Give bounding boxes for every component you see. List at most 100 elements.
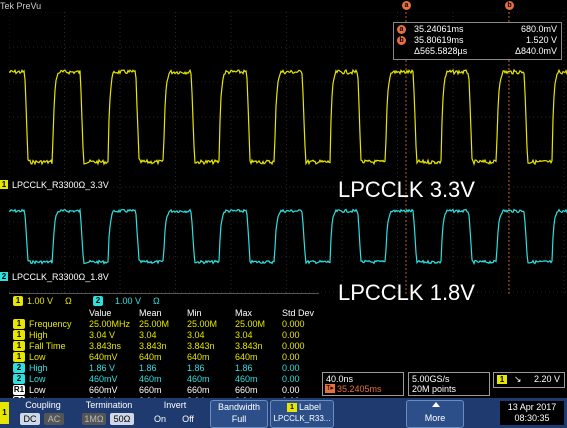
ch2-ohm: Ω [153,296,160,306]
measurement-value: 25.00MHz [89,319,131,329]
trigger-slope-icon: ↘ [514,374,522,384]
horizontal-info[interactable]: 40.0ns T▸ 35.2405ms [322,372,404,396]
cursor-b-value: 1.520 V [525,35,557,45]
measurement-value: 3.843n [139,341,167,351]
more-up-arrow-icon [432,402,440,407]
measurement-value: 1.86 [187,363,205,373]
measurement-value: 640m [139,352,162,362]
measurement-value: 0.00 [282,374,300,384]
measurement-value: 460m [235,374,258,384]
ch2-scale[interactable]: 1.00 V [115,296,141,306]
measurement-channel-icon: 2 [13,374,25,384]
cursor-a-time: 35.24061ms [414,24,464,34]
termination-menu[interactable]: Termination 1MΩ 50Ω [78,398,140,428]
bandwidth-value: Full [231,414,247,424]
measurement-name: Frequency [29,319,72,329]
coupling-dc-button[interactable]: DC [20,413,40,425]
cursor-b-marker[interactable]: b [505,1,514,10]
bandwidth-title: Bandwidth [217,402,261,412]
date-time: 13 Apr 2017 08:30:35 [500,401,564,425]
measurement-channel-icon: R1 [13,385,25,395]
cursor-a-marker[interactable]: a [402,1,411,10]
measurement-name: High [29,330,48,340]
ch1-scale[interactable]: 1.00 V [27,296,53,306]
bottom-menu: 1 Coupling DC AC Termination 1MΩ 50Ω Inv… [0,398,567,428]
coupling-menu[interactable]: Coupling DC AC [12,398,74,428]
top-status-bar: Tek PreVu a b [0,0,567,12]
bandwidth-menu[interactable]: Bandwidth Full [210,400,268,428]
channel-2-big-label: LPCCLK 1.8V [338,280,475,305]
horizontal-scale: 40.0ns [326,374,354,384]
measurement-value: 0.000 [282,319,305,329]
record-length: 20M points [412,384,457,394]
cursor-delta-time: Δ565.5828µs [414,46,468,56]
measurement-name: High [29,363,48,373]
termination-50-button[interactable]: 50Ω [110,413,134,425]
measurement-value: 1.86 [139,363,157,373]
measurement-value: 460mV [89,374,118,384]
cursor-delta-value: Δ840.0mV [514,46,557,56]
measurement-channel-icon: 1 [13,341,25,351]
channel-2-waveform [9,207,567,266]
termination-title: Termination [85,400,133,410]
measurement-value: 3.04 V [89,330,116,340]
measurement-value: 0.000 [282,341,305,351]
date: 13 Apr 2017 [507,402,557,412]
label-channel-icon: 1 [287,403,297,412]
coupling-ac-button[interactable]: AC [44,413,64,425]
measurement-name: Fall Time [29,341,66,351]
measurement-value: 460m [139,374,162,384]
measurement-channel-icon: 1 [13,319,25,329]
ch1-scale-icon: 1 [13,296,23,306]
more-label: More [424,413,446,423]
cursor-a-icon: a [397,25,406,34]
sample-rate: 5.00GS/s [412,374,450,384]
measurement-value: 25.00M [139,319,170,329]
invert-off-button[interactable]: Off [176,413,200,425]
channel-2-name: LPCCLK_R3300Ω_1.8V [12,272,109,282]
measurement-name: Low [29,352,46,362]
channel-scale-row: 1 1.00 V Ω 2 1.00 V Ω [11,296,181,307]
measurement-panel: 1 1.00 V Ω 2 1.00 V Ω Value Mean Min Max Std… [9,293,319,406]
ch1-ohm: Ω [65,296,72,306]
measurement-value: 0.00 [282,352,300,362]
measurement-value: 660m [139,385,162,395]
measurement-value: 660m [235,385,258,395]
coupling-title: Coupling [25,400,61,410]
cursor-b-icon: b [397,36,406,45]
channel-1-waveform [9,68,567,167]
measurement-value: 3.04 [235,330,253,340]
horizontal-position: 35.2405ms [337,384,382,394]
measurement-value: 1.86 [235,363,253,373]
brand-label: Tek PreVu [0,1,42,11]
channel-1-big-label: LPCCLK 3.3V [338,177,475,202]
measurement-value: 660mV [89,385,118,395]
measurement-value: 0.00 [282,330,300,340]
termination-1m-button[interactable]: 1MΩ [82,413,106,425]
cursor-a-value: 680.0mV [520,24,557,34]
channel-2-ground-marker[interactable]: 2 [0,272,8,281]
label-menu[interactable]: 1 Label LPCCLK_R33... [270,400,334,428]
trigger-info[interactable]: 1 ↘ 2.20 V [493,372,565,388]
invert-on-button[interactable]: On [148,413,172,425]
cursor-b-readout: b 35.80619ms 1.520 V [394,35,561,46]
measurement-value: 25.00M [235,319,266,329]
more-button[interactable]: More [406,400,464,428]
acquisition-info[interactable]: 5.00GS/s 20M points [408,372,490,396]
invert-menu[interactable]: Invert On Off [144,398,206,428]
measurement-value: 3.04 [139,330,157,340]
trigger-position-icon: T▸ [325,384,335,393]
measurement-value: 3.843n [187,341,215,351]
cursor-readout-panel: a 35.24061ms 680.0mV b 35.80619ms 1.520 … [393,22,562,60]
measurement-name: Low [29,374,46,384]
measurement-value: 3.843ns [89,341,122,351]
channel-1-ground-marker[interactable]: 1 [0,180,8,189]
invert-title: Invert [163,400,187,410]
measurement-value: 640m [187,352,210,362]
measurement-channel-icon: 1 [13,330,25,340]
time: 08:30:35 [514,413,550,423]
label-value: LPCCLK_R33... [273,414,331,423]
measurement-value: 660m [187,385,210,395]
measurement-channel-icon: 2 [13,363,25,373]
measurement-value: 25.00M [187,319,218,329]
